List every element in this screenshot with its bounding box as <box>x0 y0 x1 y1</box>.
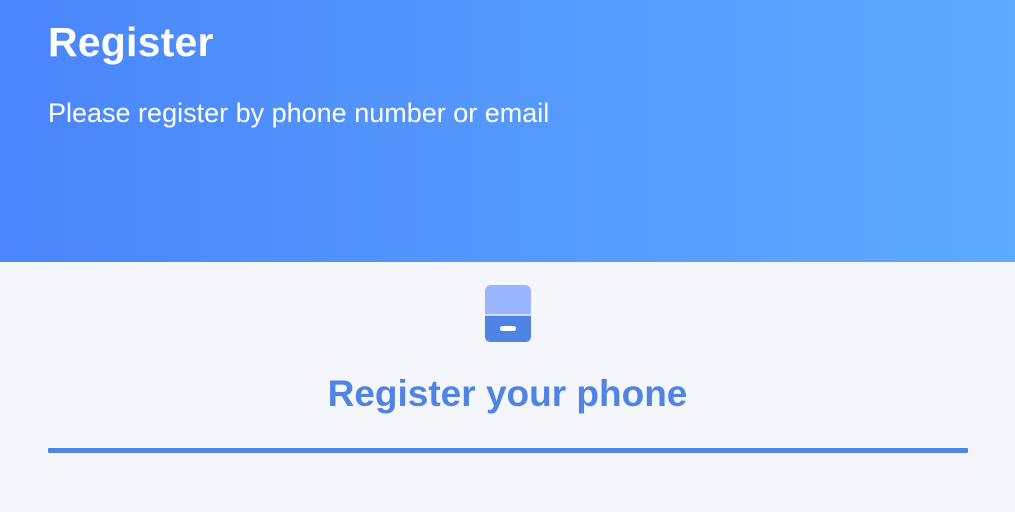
active-tab-underline <box>48 448 968 453</box>
page-title: Register <box>48 19 214 65</box>
phone-icon <box>485 285 531 342</box>
register-phone-tab[interactable]: Register your phone <box>0 370 1015 418</box>
header-banner: Register Please register by phone number… <box>0 0 1015 262</box>
page-subtitle: Please register by phone number or email <box>48 98 550 128</box>
register-screen: Register Please register by phone number… <box>0 0 1015 512</box>
